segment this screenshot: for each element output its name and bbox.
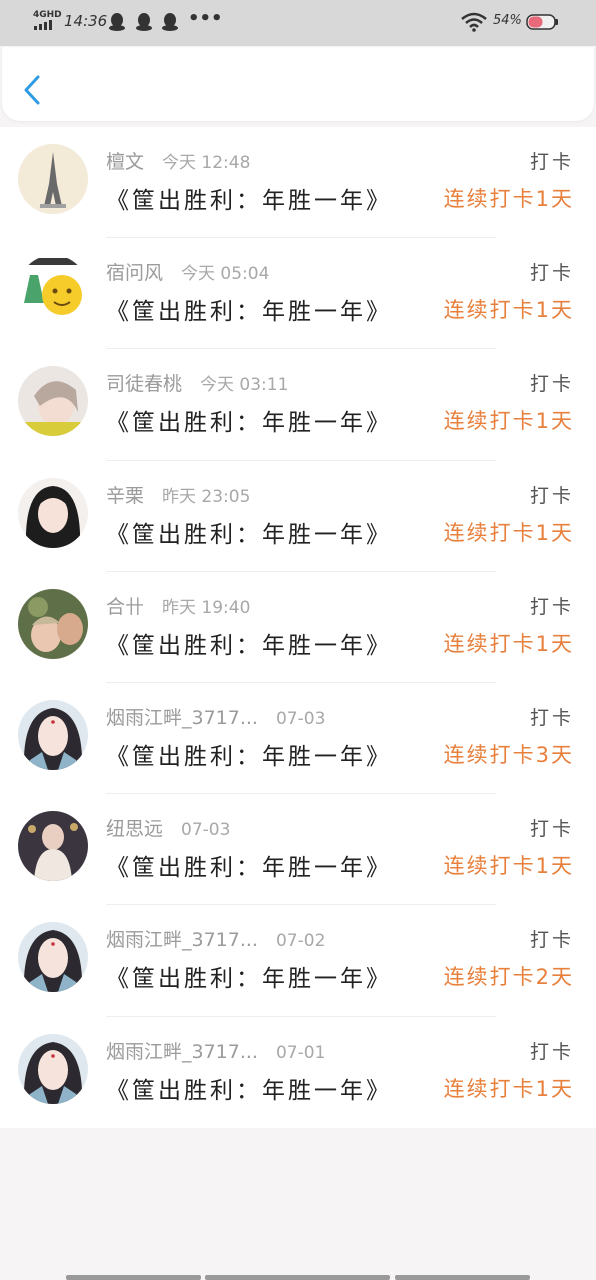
checkin-time: 07-03 bbox=[275, 708, 326, 729]
battery-percent: 54% bbox=[493, 13, 522, 28]
streak-text: 连续打卡3天 bbox=[443, 742, 574, 767]
user-name[interactable]: 烟雨江畔_3717... bbox=[106, 707, 258, 729]
avatar[interactable] bbox=[18, 477, 88, 548]
checkin-item[interactable]: 烟雨江畔_3717... 07-02 《筐出胜利：年胜一年》 打卡 连续打卡2天 bbox=[0, 905, 596, 1017]
streak-text: 连续打卡1天 bbox=[443, 520, 574, 545]
checkin-time: 今天 03:11 bbox=[200, 375, 289, 396]
book-title: 《筐出胜利：年胜一年》 bbox=[106, 855, 392, 882]
avatar[interactable] bbox=[18, 811, 88, 882]
checkin-time: 07-03 bbox=[181, 820, 231, 841]
avatar[interactable] bbox=[18, 588, 88, 659]
checkin-item[interactable]: 辛栗 昨天 23:05 《筐出胜利：年胜一年》 打卡 连续打卡1天 bbox=[0, 461, 596, 572]
scroll-indicator bbox=[205, 1275, 390, 1280]
streak-text: 连续打卡1天 bbox=[443, 631, 574, 656]
scroll-indicator bbox=[395, 1275, 530, 1280]
avatar[interactable] bbox=[18, 144, 88, 214]
book-title: 《筐出胜利：年胜一年》 bbox=[106, 521, 392, 548]
book-title: 《筐出胜利：年胜一年》 bbox=[106, 743, 392, 770]
checkin-label: 打卡 bbox=[529, 484, 574, 507]
book-title: 《筐出胜利：年胜一年》 bbox=[106, 1077, 392, 1104]
checkin-label: 打卡 bbox=[529, 929, 574, 952]
user-name[interactable]: 合卄 bbox=[106, 596, 144, 618]
status-time: 14:36 bbox=[64, 12, 108, 30]
status-bar: 4GHD 14:36 ••• 54% bbox=[0, 0, 596, 46]
checkin-label: 打卡 bbox=[529, 151, 574, 173]
qq-icon bbox=[162, 13, 178, 31]
avatar[interactable] bbox=[18, 922, 88, 993]
user-name[interactable]: 司徒春桃 bbox=[106, 373, 182, 395]
checkin-time: 07-02 bbox=[275, 931, 326, 952]
user-name[interactable]: 烟雨江畔_3717... bbox=[106, 929, 258, 951]
checkin-list: 檀文 今天 12:48 《筐出胜利：年胜一年》 打卡 连续打卡1天 宿问风 今天 0… bbox=[0, 127, 596, 1128]
avatar[interactable] bbox=[18, 699, 88, 770]
checkin-label: 打卡 bbox=[529, 818, 574, 841]
checkin-item[interactable]: 烟雨江畔_3717... 07-01 《筐出胜利：年胜一年》 打卡 连续打卡1天 bbox=[0, 1017, 596, 1128]
checkin-time: 昨天 23:05 bbox=[162, 486, 251, 507]
checkin-time: 今天 05:04 bbox=[181, 264, 270, 285]
checkin-item[interactable]: 纽思远 07-03 《筐出胜利：年胜一年》 打卡 连续打卡1天 bbox=[0, 794, 596, 906]
streak-text: 连续打卡1天 bbox=[443, 409, 574, 434]
checkin-label: 打卡 bbox=[529, 595, 574, 618]
streak-text: 连续打卡1天 bbox=[443, 187, 574, 211]
battery-icon bbox=[526, 14, 558, 30]
book-title: 《筐出胜利：年胜一年》 bbox=[106, 410, 392, 437]
checkin-time: 昨天 19:40 bbox=[162, 597, 251, 618]
streak-text: 连续打卡1天 bbox=[443, 854, 574, 879]
avatar[interactable] bbox=[18, 255, 88, 326]
qq-icon bbox=[136, 13, 152, 31]
user-name[interactable]: 纽思远 bbox=[106, 818, 163, 840]
avatar[interactable] bbox=[18, 366, 88, 437]
checkin-item[interactable]: 司徒春桃 今天 03:11 《筐出胜利：年胜一年》 打卡 连续打卡1天 bbox=[0, 349, 596, 461]
scroll-indicator bbox=[66, 1275, 201, 1280]
checkin-time: 07-01 bbox=[275, 1042, 326, 1063]
chevron-left-icon[interactable] bbox=[20, 73, 46, 107]
wifi-icon bbox=[461, 12, 487, 32]
checkin-label: 打卡 bbox=[529, 373, 574, 396]
book-title: 《筐出胜利：年胜一年》 bbox=[106, 632, 392, 659]
user-name[interactable]: 檀文 bbox=[106, 151, 144, 173]
avatar[interactable] bbox=[18, 1033, 88, 1104]
user-name[interactable]: 宿问风 bbox=[106, 262, 163, 284]
streak-text: 连续打卡1天 bbox=[443, 298, 574, 323]
user-name[interactable]: 烟雨江畔_3717... bbox=[106, 1041, 258, 1063]
checkin-label: 打卡 bbox=[529, 706, 574, 729]
network-indicator: 4GHD bbox=[33, 10, 62, 20]
checkin-label: 打卡 bbox=[529, 1040, 574, 1063]
qq-icon bbox=[109, 13, 125, 31]
signal-icon bbox=[34, 20, 52, 30]
checkin-item[interactable]: 烟雨江畔_3717... 07-03 《筐出胜利：年胜一年》 打卡 连续打卡3天 bbox=[0, 683, 596, 795]
checkin-label: 打卡 bbox=[529, 262, 574, 285]
streak-text: 连续打卡1天 bbox=[443, 1076, 574, 1101]
checkin-item[interactable]: 合卄 昨天 19:40 《筐出胜利：年胜一年》 打卡 连续打卡1天 bbox=[0, 572, 596, 683]
book-title: 《筐出胜利：年胜一年》 bbox=[106, 966, 392, 993]
streak-text: 连续打卡2天 bbox=[443, 965, 574, 990]
top-navigation-bar bbox=[2, 47, 594, 121]
checkin-item[interactable]: 檀文 今天 12:48 《筐出胜利：年胜一年》 打卡 连续打卡1天 bbox=[0, 127, 596, 239]
book-title: 《筐出胜利：年胜一年》 bbox=[106, 188, 392, 214]
checkin-time: 今天 12:48 bbox=[162, 153, 251, 173]
checkin-item[interactable]: 宿问风 今天 05:04 《筐出胜利：年胜一年》 打卡 连续打卡1天 bbox=[0, 238, 596, 350]
user-name[interactable]: 辛栗 bbox=[106, 485, 144, 507]
book-title: 《筐出胜利：年胜一年》 bbox=[106, 299, 392, 326]
more-notifications-icon: ••• bbox=[188, 8, 223, 29]
